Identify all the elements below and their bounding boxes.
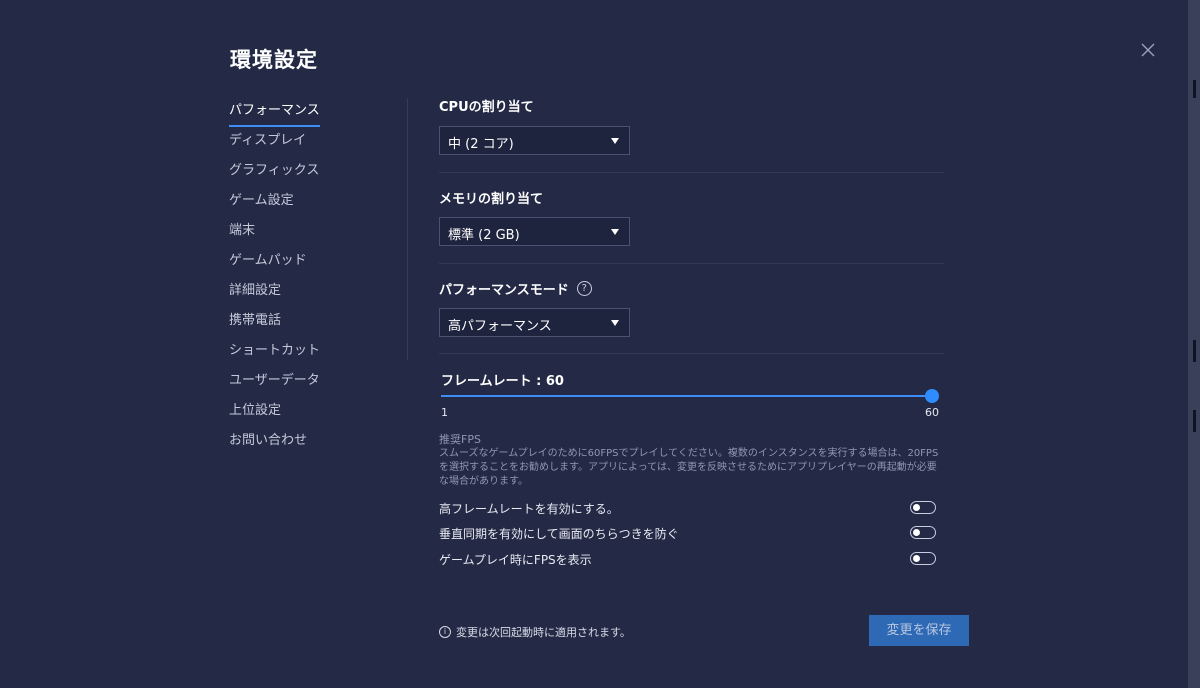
toggle-row-high-framerate: 高フレームレートを有効にする。: [439, 498, 939, 518]
section-divider: [439, 263, 944, 264]
section-divider: [439, 353, 944, 354]
caret-down-icon: [611, 138, 619, 144]
mode-label: パフォーマンスモード: [439, 283, 569, 298]
sidebar-item-graphics[interactable]: グラフィックス: [229, 158, 389, 188]
framerate-slider-track[interactable]: [441, 395, 933, 397]
caret-down-icon: [611, 229, 619, 235]
sidebar-divider: [407, 98, 408, 360]
cpu-label: CPUの割り当て: [439, 100, 534, 115]
info-icon: i: [439, 626, 451, 638]
sidebar-item-label: ユーザーデータ: [229, 373, 320, 388]
sidebar-item-advanced[interactable]: 詳細設定: [229, 278, 389, 308]
mode-label-wrap: パフォーマンスモード ?: [439, 279, 592, 298]
strip-mark: [1193, 80, 1196, 98]
sidebar-item-contact[interactable]: お問い合わせ: [229, 428, 389, 458]
toggle-row-show-fps: ゲームプレイ時にFPSを表示: [439, 549, 939, 569]
sidebar-item-label: ゲームパッド: [229, 253, 307, 268]
settings-window: 環境設定 パフォーマンス ディスプレイ グラフィックス ゲーム設定 端末 ゲーム…: [0, 0, 1200, 688]
memory-label-row: メモリの割り当て: [439, 188, 543, 207]
recommended-fps-title: 推奨FPS: [439, 433, 481, 446]
toggle-knob: [913, 555, 920, 562]
slider-min-label: 1: [441, 406, 448, 419]
page-title: 環境設定: [230, 48, 318, 72]
mode-select[interactable]: 高パフォーマンス: [439, 308, 630, 337]
sidebar-item-user-data[interactable]: ユーザーデータ: [229, 368, 389, 398]
sidebar-item-display[interactable]: ディスプレイ: [229, 128, 389, 158]
cpu-select[interactable]: 中 (2 コア): [439, 126, 630, 155]
caret-down-icon: [611, 320, 619, 326]
sidebar-item-upper-settings[interactable]: 上位設定: [229, 398, 389, 428]
sidebar-item-label: ディスプレイ: [229, 133, 307, 148]
sidebar-item-label: 詳細設定: [229, 283, 282, 298]
sidebar-item-label: お問い合わせ: [229, 433, 308, 448]
toggle-knob: [913, 504, 920, 511]
cpu-select-value: 中 (2 コア): [448, 137, 514, 152]
sidebar-item-performance[interactable]: パフォーマンス: [229, 98, 389, 128]
sidebar-item-label: 端末: [229, 223, 256, 238]
toggle-label: ゲームプレイ時にFPSを表示: [439, 553, 592, 567]
memory-select[interactable]: 標準 (2 GB): [439, 217, 630, 246]
strip-mark: [1193, 340, 1196, 362]
help-icon[interactable]: ?: [576, 281, 592, 296]
mode-label-row: パフォーマンスモード ?: [439, 279, 592, 298]
scrollbar-strip[interactable]: [1188, 0, 1200, 688]
memory-select-value: 標準 (2 GB): [448, 228, 520, 243]
show-fps-toggle[interactable]: [910, 552, 936, 565]
toggle-label: 高フレームレートを有効にする。: [439, 502, 619, 516]
restart-note: i 変更は次回起動時に適用されます。: [439, 624, 631, 640]
save-changes-button[interactable]: 変更を保存: [869, 615, 969, 646]
sidebar-item-gamepad[interactable]: ゲームパッド: [229, 248, 389, 278]
toggle-label: 垂直同期を有効にして画面のちらつきを防ぐ: [439, 527, 679, 541]
strip-mark: [1193, 410, 1196, 432]
high-framerate-toggle[interactable]: [910, 501, 936, 514]
sidebar-item-game-settings[interactable]: ゲーム設定: [229, 188, 389, 218]
cpu-label-row: CPUの割り当て: [439, 96, 534, 115]
framerate-slider-thumb[interactable]: [925, 389, 939, 403]
section-divider: [439, 172, 944, 173]
memory-label: メモリの割り当て: [439, 192, 544, 207]
sidebar-item-label: パフォーマンス: [229, 98, 320, 127]
toggle-knob: [913, 529, 920, 536]
sidebar-item-phone[interactable]: 携帯電話: [229, 308, 389, 338]
sidebar-item-label: ショートカット: [229, 343, 321, 358]
restart-note-text: 変更は次回起動時に適用されます。: [456, 626, 631, 639]
sidebar-item-shortcuts[interactable]: ショートカット: [229, 338, 389, 368]
framerate-label: フレームレート : 60: [441, 374, 564, 389]
framerate-label-row: フレームレート : 60: [441, 370, 564, 389]
close-button[interactable]: [1138, 40, 1158, 60]
sidebar-item-label: 上位設定: [229, 403, 282, 418]
sidebar-item-label: ゲーム設定: [229, 193, 294, 208]
toggle-row-vsync: 垂直同期を有効にして画面のちらつきを防ぐ: [439, 523, 939, 543]
sidebar-item-label: 携帯電話: [229, 313, 282, 328]
recommended-fps-text: スムーズなゲームプレイのために60FPSでプレイしてください。複数のインスタンス…: [439, 448, 939, 487]
sidebar-item-device[interactable]: 端末: [229, 218, 389, 248]
slider-max-label: 60: [925, 406, 939, 419]
mode-select-value: 高パフォーマンス: [448, 319, 552, 334]
vsync-toggle[interactable]: [910, 526, 936, 539]
close-icon: [1141, 43, 1155, 57]
sidebar-nav: パフォーマンス ディスプレイ グラフィックス ゲーム設定 端末 ゲームパッド 詳…: [229, 98, 389, 458]
sidebar-item-label: グラフィックス: [229, 163, 320, 178]
